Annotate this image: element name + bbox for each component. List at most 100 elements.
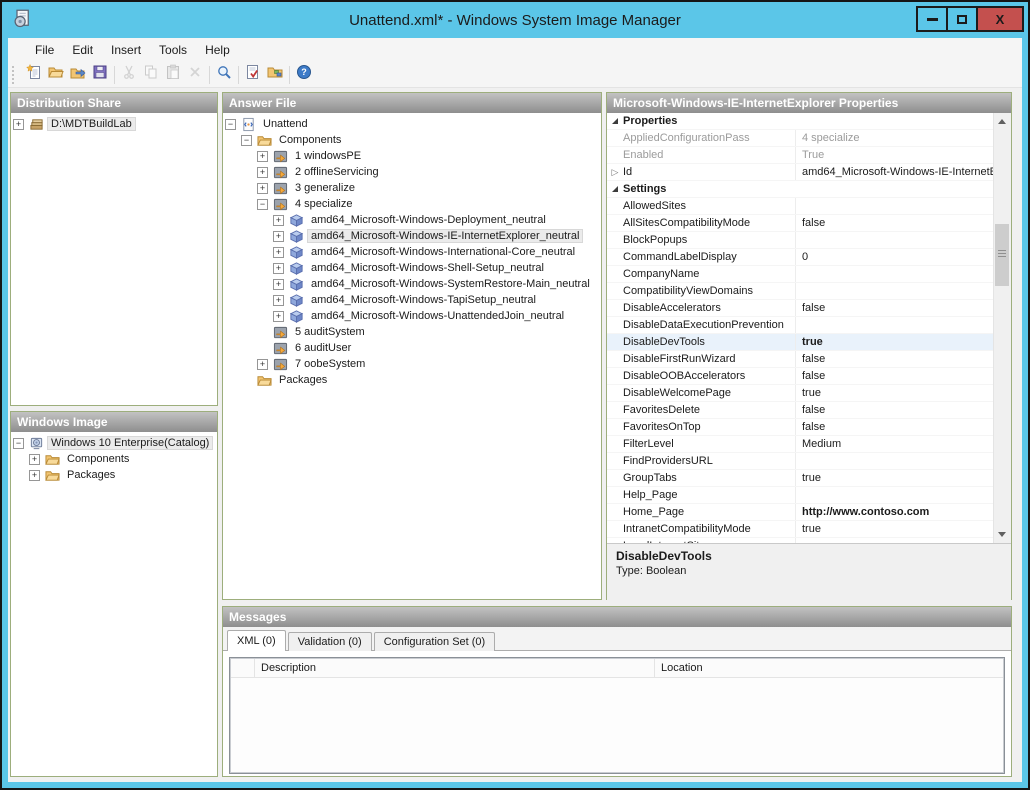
tree-item[interactable]: +amd64_Microsoft-Windows-SystemRestore-M… [225, 276, 599, 292]
property-value[interactable]: false [796, 370, 994, 382]
property-row[interactable]: DisableFirstRunWizardfalse [607, 351, 994, 368]
property-row[interactable]: DisableWelcomePagetrue [607, 385, 994, 402]
cut-button[interactable] [118, 64, 140, 86]
tree-item[interactable]: +amd64_Microsoft-Windows-UnattendedJoin_… [225, 308, 599, 324]
help-button[interactable]: ? [293, 64, 315, 86]
tree-item[interactable]: +D:\MDTBuildLab [13, 116, 215, 132]
tree-item[interactable]: +amd64_Microsoft-Windows-IE-InternetExpl… [225, 228, 599, 244]
property-row[interactable]: LocalIntranetSites [607, 538, 994, 543]
expand-icon[interactable]: + [257, 359, 268, 370]
property-value[interactable]: true [796, 523, 994, 535]
tree-item[interactable]: +2 offlineServicing [225, 164, 599, 180]
collapsed-triangle-icon[interactable]: ▷ [607, 168, 623, 177]
create-configuration-set-button[interactable] [264, 64, 286, 86]
property-value[interactable]: false [796, 404, 994, 416]
expand-icon[interactable]: + [273, 231, 284, 242]
expand-icon[interactable]: + [273, 247, 284, 258]
property-value[interactable]: false [796, 421, 994, 433]
expanded-triangle-icon[interactable] [607, 186, 623, 192]
property-row[interactable]: BlockPopups [607, 232, 994, 249]
close-button[interactable]: X [976, 6, 1024, 32]
menu-edit[interactable]: Edit [63, 38, 102, 62]
open-windows-image-button[interactable] [67, 64, 89, 86]
property-row[interactable]: DisableDevToolstrue [607, 334, 994, 351]
property-row[interactable]: AllSitesCompatibilityModefalse [607, 215, 994, 232]
paste-button[interactable] [162, 64, 184, 86]
collapse-icon[interactable]: − [257, 199, 268, 210]
scroll-up-button[interactable] [994, 113, 1010, 130]
property-row[interactable]: CompatibilityViewDomains [607, 283, 994, 300]
property-category-row[interactable]: Properties [607, 113, 994, 130]
property-value[interactable]: http://www.contoso.com [796, 506, 994, 518]
property-row[interactable]: AllowedSites [607, 198, 994, 215]
expand-icon[interactable]: + [29, 470, 40, 481]
property-row[interactable]: CommandLabelDisplay0 [607, 249, 994, 266]
property-value[interactable]: 4 specialize [796, 132, 994, 144]
property-value[interactable]: false [796, 353, 994, 365]
tree-item[interactable]: −Windows 10 Enterprise(Catalog) [13, 435, 215, 451]
expand-icon[interactable]: + [257, 167, 268, 178]
scroll-down-button[interactable] [994, 526, 1010, 543]
property-row[interactable]: Help_Page [607, 487, 994, 504]
property-value[interactable]: true [796, 472, 994, 484]
property-value[interactable]: Medium [796, 438, 994, 450]
tab-configuration-set-0[interactable]: Configuration Set (0) [374, 632, 496, 651]
menu-file[interactable]: File [26, 38, 63, 62]
copy-button[interactable] [140, 64, 162, 86]
delete-button[interactable] [184, 64, 206, 86]
property-row[interactable]: ▷Idamd64_Microsoft-Windows-IE-InternetEx [607, 164, 994, 181]
tree-item[interactable]: −Unattend [225, 116, 599, 132]
tree-item[interactable]: +3 generalize [225, 180, 599, 196]
tree-item[interactable]: +amd64_Microsoft-Windows-Deployment_neut… [225, 212, 599, 228]
tab-xml-0[interactable]: XML (0) [227, 630, 286, 651]
tree-item[interactable]: −4 specialize [225, 196, 599, 212]
tree-item[interactable]: +amd64_Microsoft-Windows-International-C… [225, 244, 599, 260]
tree-item[interactable]: +amd64_Microsoft-Windows-TapiSetup_neutr… [225, 292, 599, 308]
menu-tools[interactable]: Tools [150, 38, 196, 62]
expand-icon[interactable]: + [273, 215, 284, 226]
maximize-button[interactable] [946, 6, 978, 32]
menu-insert[interactable]: Insert [102, 38, 150, 62]
expand-icon[interactable]: + [257, 151, 268, 162]
expand-icon[interactable]: + [273, 311, 284, 322]
expand-icon[interactable]: + [273, 263, 284, 274]
tree-item[interactable]: +amd64_Microsoft-Windows-Shell-Setup_neu… [225, 260, 599, 276]
property-row[interactable]: DisableOOBAcceleratorsfalse [607, 368, 994, 385]
property-value[interactable]: true [796, 387, 994, 399]
property-row[interactable]: DisableDataExecutionPrevention [607, 317, 994, 334]
tree-item[interactable]: +Components [13, 451, 215, 467]
collapse-icon[interactable]: − [13, 438, 24, 449]
property-row[interactable]: AppliedConfigurationPass4 specialize [607, 130, 994, 147]
scrollbar[interactable] [993, 113, 1011, 543]
property-row[interactable]: FavoritesDeletefalse [607, 402, 994, 419]
property-row[interactable]: FavoritesOnTopfalse [607, 419, 994, 436]
property-row[interactable]: DisableAcceleratorsfalse [607, 300, 994, 317]
property-value[interactable]: 0 [796, 251, 994, 263]
property-row[interactable]: FilterLevelMedium [607, 436, 994, 453]
minimize-button[interactable] [916, 6, 948, 32]
property-value[interactable]: amd64_Microsoft-Windows-IE-InternetEx [796, 166, 994, 178]
property-value[interactable]: true [796, 336, 994, 348]
save-answer-file-button[interactable] [89, 64, 111, 86]
tree-item[interactable]: +1 windowsPE [225, 148, 599, 164]
expand-icon[interactable]: + [257, 183, 268, 194]
tree-item[interactable]: +7 oobeSystem [225, 356, 599, 372]
property-row[interactable]: IntranetCompatibilityModetrue [607, 521, 994, 538]
toolbar-grip[interactable] [12, 66, 19, 84]
tree-item[interactable]: Packages [225, 372, 599, 388]
tree-item[interactable]: 5 auditSystem [225, 324, 599, 340]
column-description[interactable]: Description [255, 659, 655, 677]
property-value[interactable]: false [796, 302, 994, 314]
open-answer-file-button[interactable] [45, 64, 67, 86]
property-value[interactable]: false [796, 217, 994, 229]
column-location[interactable]: Location [655, 659, 1003, 677]
property-row[interactable]: FindProvidersURL [607, 453, 994, 470]
property-value[interactable]: True [796, 149, 994, 161]
tree-item[interactable]: −Components [225, 132, 599, 148]
scroll-thumb[interactable] [995, 224, 1009, 286]
validate-answer-file-button[interactable] [242, 64, 264, 86]
expand-icon[interactable]: + [13, 119, 24, 130]
property-row[interactable]: EnabledTrue [607, 147, 994, 164]
tab-validation-0[interactable]: Validation (0) [288, 632, 372, 651]
property-row[interactable]: GroupTabstrue [607, 470, 994, 487]
